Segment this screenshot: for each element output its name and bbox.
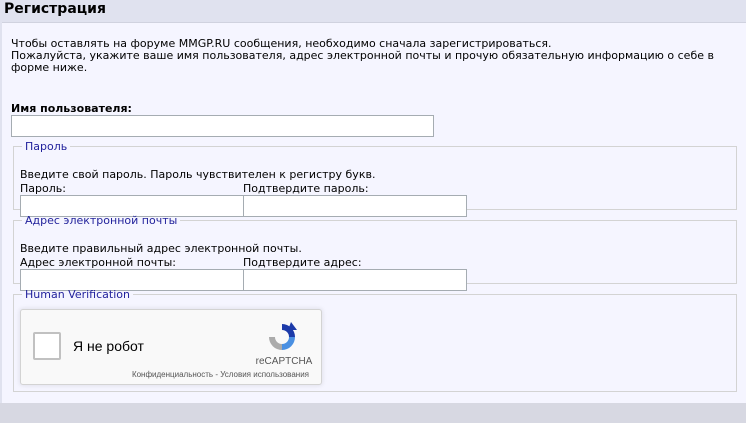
email-confirm-label: Подтвердите адрес: [243,256,362,269]
recaptcha-label: Я не робот [73,338,144,354]
recaptcha-terms-link[interactable]: Условия использования [220,370,309,379]
password-hint: Введите свой пароль. Пароль чувствителен… [20,168,376,181]
password-label: Пароль: [20,182,66,195]
password-legend: Пароль [25,140,68,153]
email-hint: Введите правильный адрес электронной поч… [20,242,302,255]
verification-legend: Human Verification [25,288,130,301]
page-title: Регистрация [4,1,106,17]
panel-footer [0,403,746,423]
recaptcha-links: Конфиденциальность - Условия использован… [132,370,309,379]
password-fieldset: Пароль Введите свой пароль. Пароль чувст… [13,140,737,217]
panel-left-border [0,22,2,403]
recaptcha-checkbox[interactable] [33,332,61,360]
username-label: Имя пользователя: [11,102,132,115]
email-label: Адрес электронной почты: [20,256,177,269]
section-header: Регистрация [0,0,746,23]
password-confirm-label: Подтвердите пароль: [243,182,369,195]
email-legend: Адрес электронной почты [25,214,178,227]
recaptcha-widget: Я не робот reCAPTCHA Конфиденциальность … [20,309,322,385]
recaptcha-privacy-link[interactable]: Конфиденциальность [132,370,213,379]
email-fieldset: Адрес электронной почты Введите правильн… [13,214,737,291]
intro-text: Чтобы оставлять на форуме MMGP.RU сообще… [11,38,736,74]
recaptcha-logo-icon [269,322,297,350]
username-input[interactable] [11,115,434,137]
verification-fieldset: Human Verification Я не робот reCAPTCHA … [13,288,737,392]
intro-line-2: Пожалуйста, укажите ваше имя пользовател… [11,49,714,74]
recaptcha-brand: reCAPTCHA [255,356,313,367]
